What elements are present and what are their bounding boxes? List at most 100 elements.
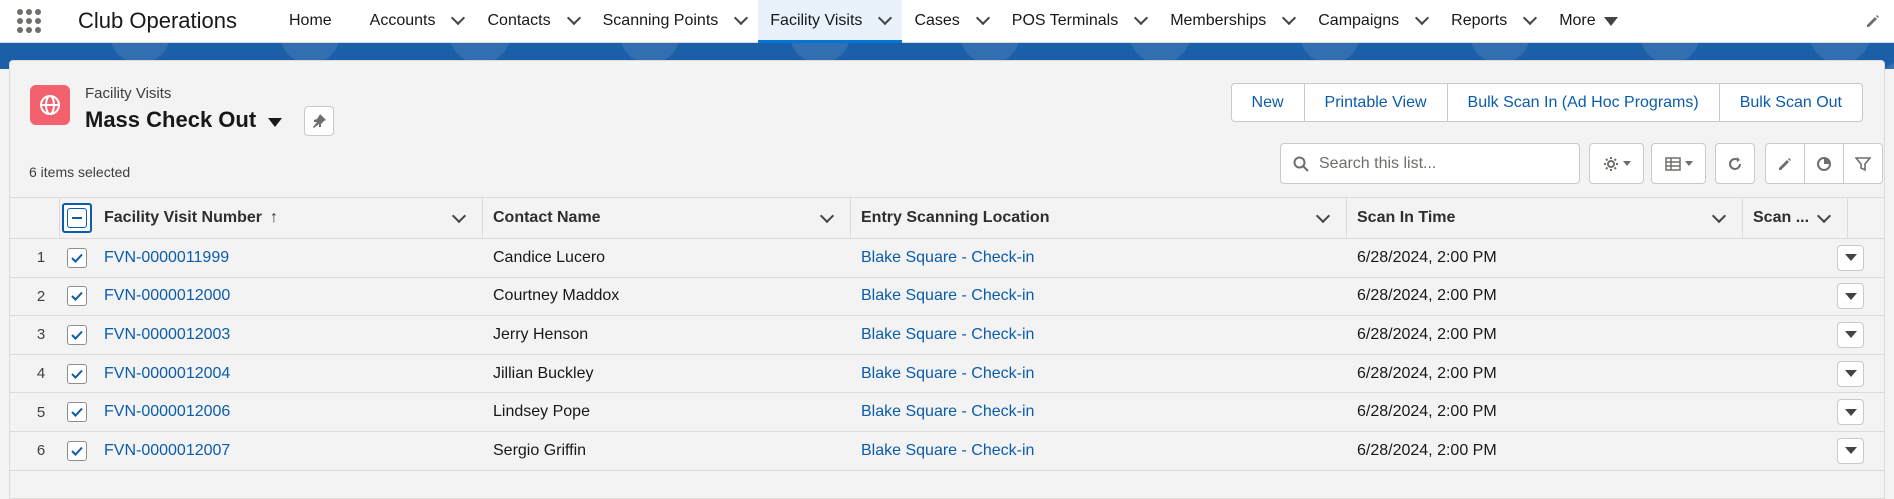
- globe-icon: [30, 85, 70, 125]
- row-action-button[interactable]: [1837, 399, 1864, 426]
- facility-visit-link[interactable]: FVN-0000011999: [94, 249, 483, 267]
- chevron-down-icon[interactable]: [451, 10, 466, 26]
- entry-location-link[interactable]: Blake Square - Check-in: [851, 326, 1347, 344]
- facility-visit-link[interactable]: FVN-0000012007: [94, 442, 483, 460]
- new-button[interactable]: New: [1230, 83, 1305, 122]
- row-action-button[interactable]: [1837, 360, 1864, 387]
- chevron-down-icon[interactable]: [1415, 10, 1430, 26]
- column-header-facility-visit-number[interactable]: Facility Visit Number ↑: [94, 197, 483, 239]
- nav-tab-contacts[interactable]: Contacts: [475, 0, 590, 42]
- table-row: 1 FVN-0000011999 Candice Lucero Blake Sq…: [10, 239, 1884, 278]
- entry-location-link[interactable]: Blake Square - Check-in: [851, 365, 1347, 383]
- row-number: 6: [36, 442, 46, 460]
- object-label: Facility Visits: [85, 85, 172, 102]
- chevron-down-icon[interactable]: [1282, 10, 1297, 26]
- column-header-entry-scanning-location[interactable]: Entry Scanning Location: [851, 197, 1347, 239]
- row-checkbox[interactable]: [67, 402, 87, 423]
- row-action-button[interactable]: [1837, 321, 1864, 348]
- row-checkbox[interactable]: [67, 440, 87, 461]
- check-icon: [71, 446, 83, 456]
- facility-visit-link[interactable]: FVN-0000012004: [94, 365, 483, 383]
- caret-down-icon[interactable]: [1603, 16, 1618, 26]
- row-checkbox[interactable]: [67, 286, 87, 307]
- edit-nav-pencil-icon[interactable]: [1862, 10, 1884, 32]
- nav-tab-scanning-points[interactable]: Scanning Points: [591, 0, 759, 42]
- facility-visit-link[interactable]: FVN-0000012000: [94, 287, 483, 305]
- contact-name: Lindsey Pope: [493, 403, 590, 421]
- entry-location-link[interactable]: Blake Square - Check-in: [851, 442, 1347, 460]
- row-action-button[interactable]: [1837, 437, 1864, 464]
- chevron-down-icon[interactable]: [1134, 10, 1149, 26]
- check-icon: [71, 292, 83, 302]
- pin-list-view-button[interactable]: [304, 106, 335, 136]
- table-row: 2 FVN-0000012000 Courtney Maddox Blake S…: [10, 277, 1884, 317]
- scan-in-time: 6/28/2024, 2:00 PM: [1357, 364, 1497, 382]
- chevron-down-icon[interactable]: [1523, 10, 1538, 26]
- filter-button[interactable]: [1843, 143, 1883, 184]
- row-checkbox[interactable]: [67, 363, 87, 384]
- list-settings-button[interactable]: [1589, 143, 1644, 184]
- chevron-down-icon[interactable]: [1711, 208, 1727, 224]
- entry-location-link[interactable]: Blake Square - Check-in: [851, 403, 1347, 421]
- column-header-scan-in-time[interactable]: Scan In Time: [1347, 197, 1743, 239]
- chevron-down-icon[interactable]: [1315, 208, 1331, 224]
- row-checkbox[interactable]: [67, 324, 87, 345]
- chevron-down-icon[interactable]: [1816, 208, 1832, 224]
- facility-visit-link[interactable]: FVN-0000012006: [94, 403, 483, 421]
- sort-ascending-icon: ↑: [269, 209, 278, 226]
- scan-in-time: 6/28/2024, 2:00 PM: [1357, 325, 1497, 343]
- scan-in-time: 6/28/2024, 2:00 PM: [1357, 403, 1497, 421]
- row-action-button[interactable]: [1837, 283, 1864, 310]
- app-name: Club Operations: [78, 8, 237, 33]
- app-launcher-icon[interactable]: [0, 0, 58, 42]
- column-header-contact-name[interactable]: Contact Name: [483, 197, 851, 239]
- list-search: [1280, 143, 1580, 184]
- scan-in-time: 6/28/2024, 2:00 PM: [1357, 287, 1497, 305]
- list-view-picker-icon[interactable]: [268, 117, 283, 127]
- chevron-down-icon[interactable]: [975, 10, 990, 26]
- caret-down-icon: [1844, 254, 1857, 262]
- chevron-down-icon[interactable]: [566, 10, 581, 26]
- search-input[interactable]: [1319, 154, 1559, 173]
- check-icon: [71, 369, 83, 379]
- search-icon: [1293, 156, 1309, 172]
- charts-button[interactable]: [1804, 143, 1844, 184]
- column-header-scan-out[interactable]: Scan ...: [1743, 197, 1848, 239]
- nav-tab-cases[interactable]: Cases: [902, 0, 999, 42]
- nav-tab-campaigns[interactable]: Campaigns: [1306, 0, 1439, 42]
- select-all-checkbox[interactable]: [62, 203, 92, 233]
- entry-location-link[interactable]: Blake Square - Check-in: [851, 287, 1347, 305]
- nav-tab-home[interactable]: Home: [277, 0, 358, 42]
- chevron-down-icon[interactable]: [734, 10, 749, 26]
- nav-tab-memberships[interactable]: Memberships: [1158, 0, 1306, 42]
- row-number: 4: [36, 365, 46, 383]
- caret-down-icon: [1844, 292, 1857, 300]
- pie-chart-icon: [1817, 156, 1831, 171]
- edit-list-button[interactable]: [1765, 143, 1805, 184]
- table-row: 6 FVN-0000012007 Sergio Griffin Blake Sq…: [10, 431, 1884, 471]
- caret-down-icon: [1844, 370, 1857, 378]
- list-table: Facility Visit Number ↑ Contact Name Ent…: [10, 197, 1884, 471]
- chevron-down-icon[interactable]: [878, 10, 893, 26]
- bulk-scan-in-button[interactable]: Bulk Scan In (Ad Hoc Programs): [1447, 83, 1720, 122]
- row-number-header: [10, 197, 60, 239]
- caret-down-icon: [1844, 331, 1857, 339]
- nav-tab-accounts[interactable]: Accounts: [358, 0, 476, 42]
- chevron-down-icon[interactable]: [451, 208, 467, 224]
- nav-tab-reports[interactable]: Reports: [1439, 0, 1547, 42]
- nav-tab-pos-terminals[interactable]: POS Terminals: [1000, 0, 1158, 42]
- row-action-button[interactable]: [1837, 244, 1864, 271]
- refresh-button[interactable]: [1715, 143, 1755, 184]
- scan-in-time: 6/28/2024, 2:00 PM: [1357, 441, 1497, 459]
- pencil-icon: [1779, 157, 1791, 170]
- facility-visit-link[interactable]: FVN-0000012003: [94, 326, 483, 344]
- nav-tab-more[interactable]: More: [1547, 0, 1629, 42]
- bulk-scan-out-button[interactable]: Bulk Scan Out: [1719, 83, 1863, 122]
- nav-tab-facility-visits[interactable]: Facility Visits: [758, 0, 903, 43]
- display-as-button[interactable]: [1651, 143, 1706, 184]
- printable-view-button[interactable]: Printable View: [1304, 83, 1448, 122]
- nav-items: Home Accounts Contacts Scanning Points F…: [277, 0, 1630, 43]
- chevron-down-icon[interactable]: [819, 208, 835, 224]
- row-checkbox[interactable]: [67, 247, 87, 268]
- entry-location-link[interactable]: Blake Square - Check-in: [851, 249, 1347, 267]
